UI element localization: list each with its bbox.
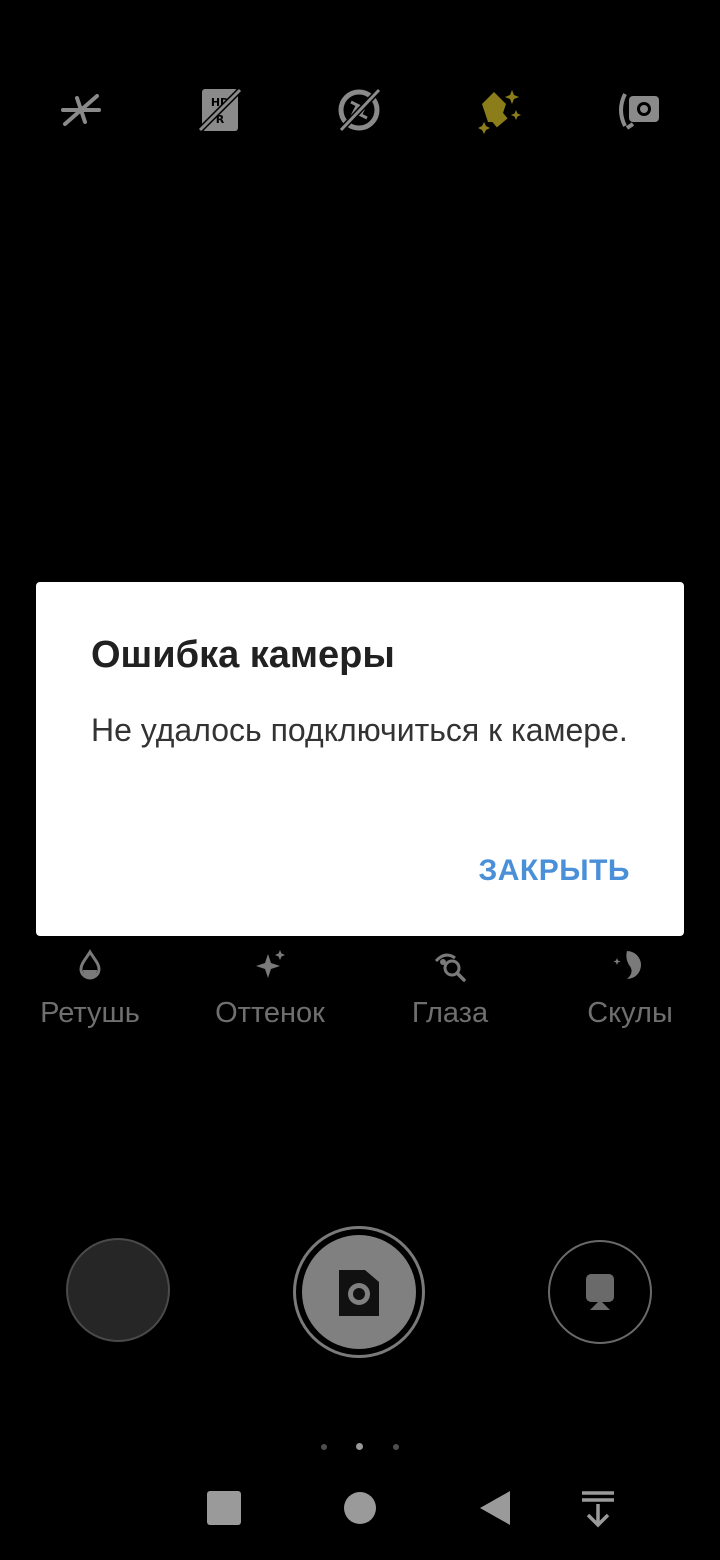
page-dot [393, 1444, 399, 1450]
beauty-mode-icon[interactable] [470, 82, 526, 138]
face-icon [540, 945, 720, 985]
beauty-option-retouch[interactable]: Ретушь [0, 945, 180, 1030]
shutter-inner [302, 1235, 416, 1349]
back-icon[interactable] [470, 1484, 518, 1532]
beauty-option-eyes[interactable]: Глаза [360, 945, 540, 1030]
flash-off-icon[interactable] [53, 82, 109, 138]
camera-icon [339, 1270, 379, 1316]
beauty-option-label: Оттенок [215, 997, 325, 1029]
page-dot [321, 1444, 327, 1450]
timer-off-icon[interactable] [331, 82, 387, 138]
dialog-message: Не удалось подключиться к камере. [91, 712, 628, 748]
eye-search-icon [360, 945, 540, 985]
hdr-off-icon[interactable]: HD R [192, 82, 248, 138]
beauty-option-cheekbones[interactable]: Скулы [540, 945, 720, 1030]
home-icon[interactable] [336, 1484, 384, 1532]
page-dot-active [356, 1443, 363, 1450]
switch-camera-icon[interactable] [611, 82, 667, 138]
beauty-option-label: Скулы [587, 997, 673, 1029]
drop-icon [0, 945, 180, 985]
sparkle-icon [180, 945, 360, 985]
portrait-mode-button[interactable] [548, 1240, 652, 1344]
camera-error-dialog: Ошибка камеры Не удалось подключиться к … [36, 582, 684, 936]
recents-icon[interactable] [200, 1484, 248, 1532]
shutter-button[interactable] [293, 1226, 425, 1358]
beauty-option-label: Ретушь [40, 997, 140, 1029]
notification-pull-icon[interactable] [574, 1484, 622, 1532]
beauty-option-label: Глаза [411, 997, 489, 1029]
portrait-icon [586, 1274, 614, 1310]
beauty-option-tone[interactable]: Оттенок [180, 945, 360, 1030]
close-button[interactable]: ЗАКРЫТЬ [478, 854, 630, 888]
dialog-title: Ошибка камеры [91, 634, 395, 676]
gallery-thumbnail-button[interactable] [66, 1238, 170, 1342]
